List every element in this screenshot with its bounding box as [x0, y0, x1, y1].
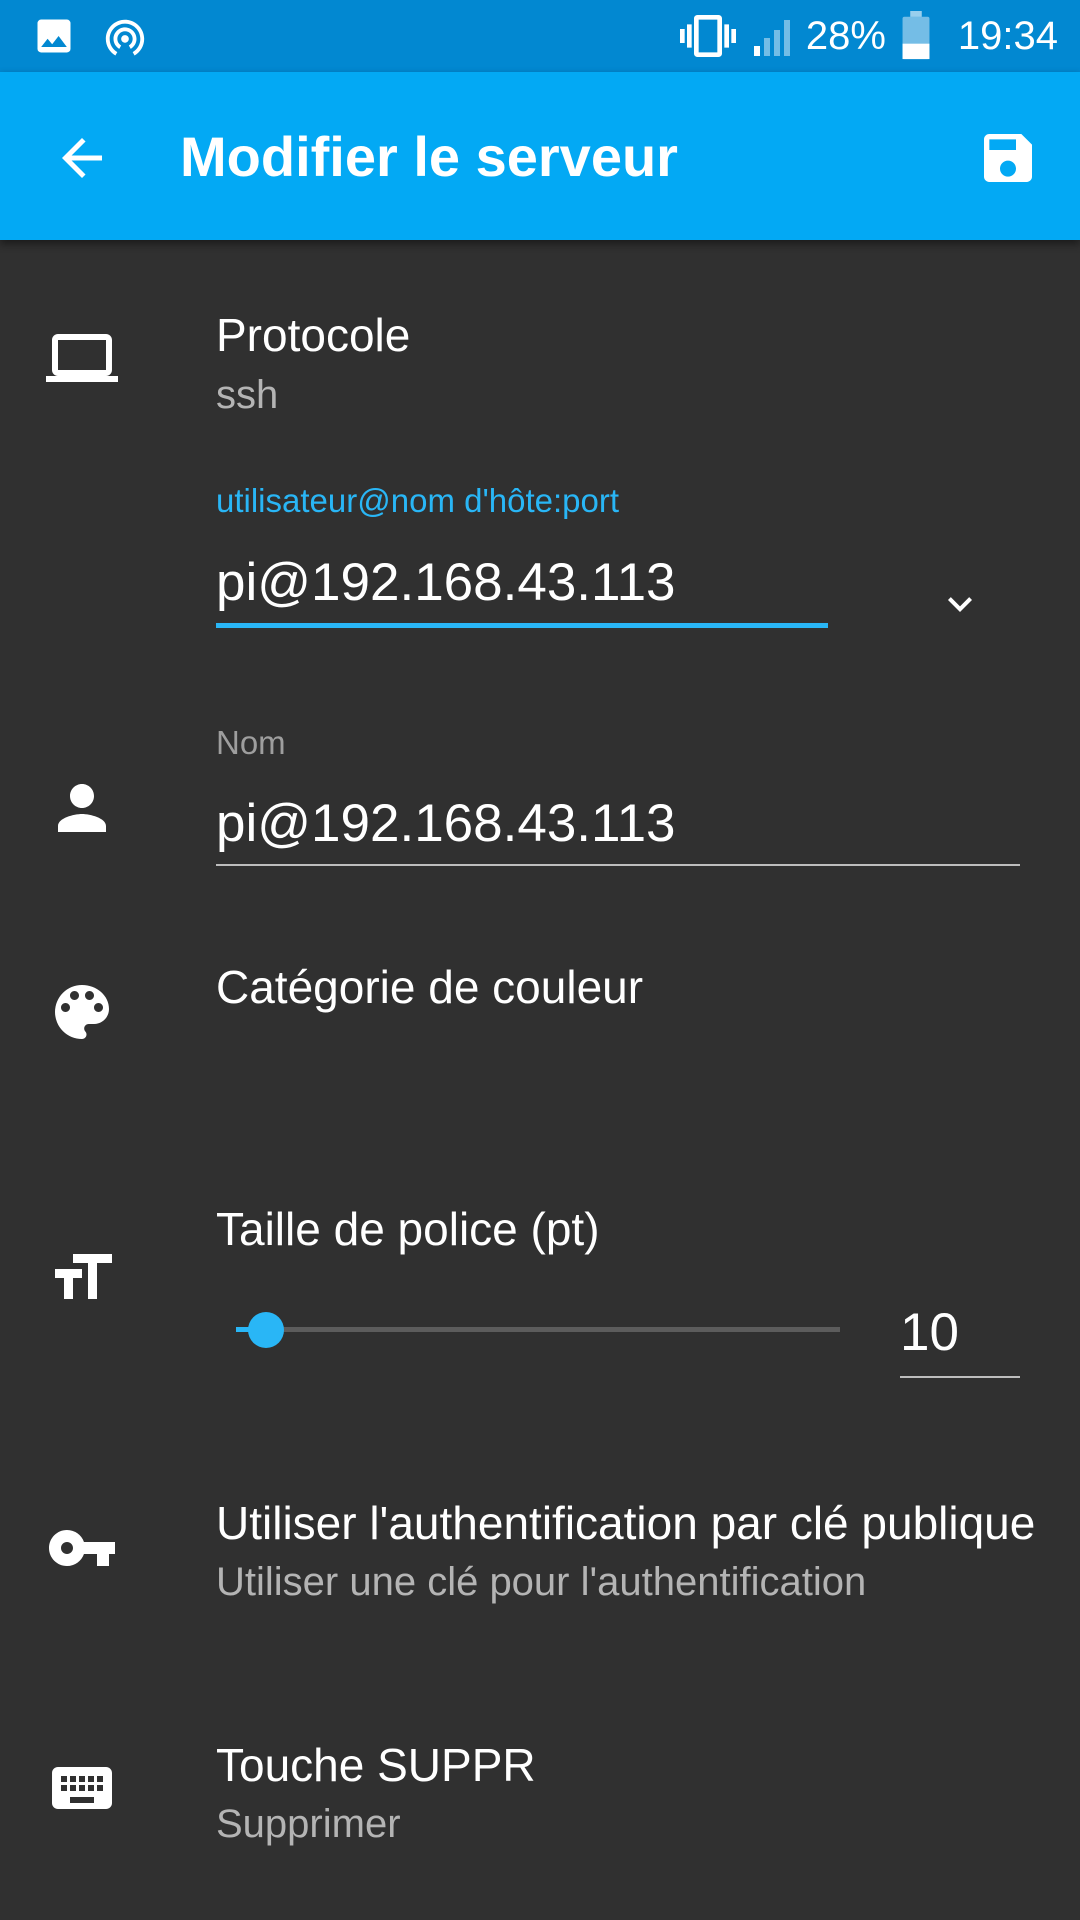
pubkey-subtitle: Utiliser une clé pour l'authentification	[216, 1560, 867, 1604]
host-field[interactable]: pi@192.168.43.113	[216, 552, 676, 613]
status-bar: 28% 19:34	[0, 0, 1080, 72]
signal-icon	[753, 20, 790, 56]
font-size-label: Taille de police (pt)	[216, 1203, 600, 1255]
page-title: Modifier le serveur	[180, 125, 678, 188]
text-size-icon	[55, 1254, 112, 1299]
person-icon	[58, 784, 106, 832]
name-field[interactable]: pi@192.168.43.113	[216, 793, 676, 854]
vibrate-icon	[679, 15, 736, 57]
name-field-label: Nom	[216, 724, 286, 761]
keyboard-icon	[52, 1767, 112, 1809]
save-icon[interactable]	[976, 126, 1040, 190]
battery-icon	[902, 11, 930, 60]
delete-key-title: Touche SUPPR	[216, 1739, 536, 1791]
host-field-underline	[216, 623, 828, 628]
image-icon	[37, 19, 71, 53]
protocol-label: Protocole	[216, 309, 411, 361]
font-size-slider-track[interactable]	[236, 1327, 840, 1332]
arrow-back-icon[interactable]	[52, 128, 112, 188]
font-size-input[interactable]: 10	[900, 1302, 959, 1363]
palette-icon	[55, 985, 109, 1039]
battery-percent: 28%	[805, 13, 886, 58]
key-icon	[49, 1530, 115, 1566]
font-size-input-underline	[900, 1376, 1020, 1378]
pubkey-title: Utiliser l'authentification par clé publ…	[216, 1497, 1036, 1549]
app-bar: Modifier le serveur	[0, 72, 1080, 240]
delete-key-subtitle: Supprimer	[216, 1802, 401, 1846]
protocol-value: ssh	[216, 373, 279, 417]
laptop-icon	[46, 334, 118, 382]
clock: 19:34	[957, 13, 1058, 58]
font-size-slider-thumb[interactable]	[248, 1312, 285, 1348]
name-field-underline	[216, 864, 1020, 866]
color-category-label: Catégorie de couleur	[216, 961, 644, 1013]
host-field-label: utilisateur@nom d'hôte:port	[216, 482, 620, 519]
chevron-down-icon[interactable]	[936, 580, 984, 628]
hotspot-icon	[105, 19, 145, 56]
